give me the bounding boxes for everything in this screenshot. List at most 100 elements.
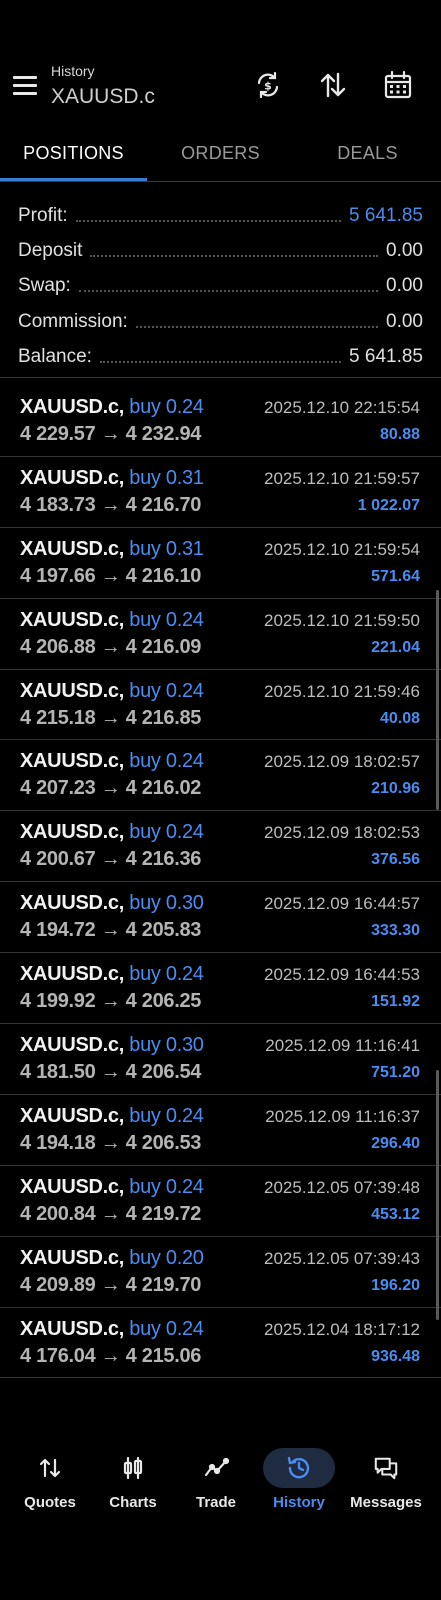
- deal-profit: 80.88: [379, 426, 420, 443]
- summary-commission-row: Commission: 0.00: [18, 304, 423, 339]
- swap-label: Swap:: [18, 275, 71, 297]
- deal-row[interactable]: XAUUSD.c, buy 0.30 4 181.50 → 4 206.54 2…: [0, 1024, 441, 1095]
- deal-prices: 4 183.73 → 4 216.70: [20, 493, 202, 516]
- deal-direction: buy 0.30: [129, 1034, 204, 1057]
- symbol-selector[interactable]: XAUUSD.c: [51, 85, 155, 109]
- deal-prices: 4 207.23 → 4 216.02: [20, 777, 202, 800]
- deal-symbol: XAUUSD.c, buy 0.24: [20, 821, 204, 844]
- quotes-arrows-icon: [6, 1448, 94, 1488]
- deal-row[interactable]: XAUUSD.c, buy 0.24 4 215.18 → 4 216.85 2…: [0, 670, 441, 741]
- menu-icon[interactable]: [13, 76, 37, 96]
- nav-trade[interactable]: Trade: [172, 1448, 260, 1511]
- deal-time: 2025.12.09 11:16:37: [265, 1106, 420, 1126]
- tab-positions[interactable]: POSITIONS: [0, 128, 147, 182]
- deal-prices: 4 206.88 → 4 216.09: [20, 635, 202, 658]
- deal-symbol: XAUUSD.c, buy 0.24: [20, 396, 204, 418]
- deal-direction: buy 0.31: [129, 466, 204, 489]
- deal-row[interactable]: XAUUSD.c, buy 0.24 4 229.57 → 4 232.94 2…: [0, 386, 441, 457]
- deal-row[interactable]: XAUUSD.c, buy 0.24 4 194.18 → 4 206.53 2…: [0, 1095, 441, 1166]
- dot-leader: [75, 219, 342, 222]
- summary-deposit-row: Deposit 0.00: [18, 233, 423, 268]
- trade-line-icon: [172, 1448, 260, 1488]
- messages-icon: [338, 1448, 434, 1488]
- tab-orders[interactable]: ORDERS: [147, 128, 294, 182]
- deal-prices: 4 194.72 → 4 205.83: [20, 919, 202, 942]
- deal-time: 2025.12.10 21:59:50: [264, 610, 420, 630]
- deal-prices: 4 200.67 → 4 216.36: [20, 848, 202, 871]
- commission-value: 0.00: [386, 310, 423, 332]
- summary-balance-row: Balance: 5 641.85: [18, 340, 423, 375]
- deal-row[interactable]: XAUUSD.c, buy 0.30 4 194.72 → 4 205.83 2…: [0, 882, 441, 954]
- deal-direction: buy 0.24: [129, 1317, 204, 1340]
- scrollbar-track-segment: [436, 1070, 439, 1320]
- deal-prices: 4 176.04 → 4 215.06: [20, 1344, 202, 1367]
- deal-row[interactable]: XAUUSD.c, buy 0.31 4 197.66 → 4 216.10 2…: [0, 528, 441, 599]
- deal-prices: 4 199.92 → 4 206.25: [20, 990, 202, 1013]
- balance-value: 5 641.85: [349, 346, 423, 368]
- deal-row[interactable]: XAUUSD.c, buy 0.24 4 200.67 → 4 216.36 2…: [0, 811, 441, 883]
- dot-leader: [78, 290, 379, 293]
- deal-time: 2025.12.10 21:59:54: [264, 539, 420, 559]
- commission-label: Commission:: [18, 310, 128, 332]
- deal-profit: 1 022.07: [357, 496, 420, 514]
- deal-row[interactable]: XAUUSD.c, buy 0.20 4 209.89 → 4 219.70 2…: [0, 1237, 441, 1308]
- calendar-icon[interactable]: [383, 70, 413, 100]
- summary-divider: [0, 377, 441, 378]
- deal-row[interactable]: XAUUSD.c, buy 0.24 4 207.23 → 4 216.02 2…: [0, 740, 441, 812]
- deal-row[interactable]: XAUUSD.c, buy 0.24 4 199.92 → 4 206.25 2…: [0, 953, 441, 1025]
- deal-prices: 4 229.57 → 4 232.94: [20, 423, 202, 445]
- deal-profit: 196.20: [371, 1276, 420, 1294]
- page-title: History: [51, 63, 95, 79]
- svg-text:$: $: [264, 80, 272, 93]
- deal-row[interactable]: XAUUSD.c, buy 0.31 4 183.73 → 4 216.70 2…: [0, 457, 441, 528]
- deal-prices: 4 200.84 → 4 219.72: [20, 1202, 202, 1225]
- deal-profit: 210.96: [371, 780, 420, 798]
- profit-label: Profit:: [18, 204, 68, 226]
- nav-quotes[interactable]: Quotes: [6, 1448, 94, 1511]
- sort-icon[interactable]: [318, 70, 348, 100]
- deal-symbol: XAUUSD.c, buy 0.24: [20, 963, 204, 986]
- deal-direction: buy 0.24: [129, 821, 204, 844]
- swap-value: 0.00: [386, 275, 423, 297]
- deal-profit: 376.56: [371, 851, 420, 869]
- currency-exchange-icon[interactable]: $: [253, 70, 283, 100]
- deal-row[interactable]: XAUUSD.c, buy 0.24 4 206.88 → 4 216.09 2…: [0, 599, 441, 670]
- deal-row[interactable]: XAUUSD.c, buy 0.24 4 176.04 → 4 215.06 2…: [0, 1308, 441, 1379]
- nav-history[interactable]: History: [255, 1448, 343, 1511]
- deal-symbol: XAUUSD.c, buy 0.24: [20, 1175, 204, 1198]
- scrollbar-thumb[interactable]: [436, 590, 439, 810]
- deal-symbol: XAUUSD.c, buy 0.31: [20, 466, 204, 489]
- deal-symbol: XAUUSD.c, buy 0.20: [20, 1246, 204, 1269]
- nav-label: Quotes: [24, 1494, 76, 1511]
- deal-prices: 4 197.66 → 4 216.10: [20, 564, 202, 587]
- deal-direction: buy 0.24: [129, 1175, 204, 1198]
- deal-time: 2025.12.09 18:02:57: [264, 752, 420, 772]
- deal-time: 2025.12.05 07:39:48: [264, 1177, 420, 1197]
- deal-time: 2025.12.04 18:17:12: [264, 1319, 420, 1339]
- deal-time: 2025.12.09 16:44:53: [264, 965, 420, 985]
- deal-direction: buy 0.24: [129, 963, 204, 986]
- deal-prices: 4 209.89 → 4 219.70: [20, 1273, 202, 1296]
- deal-time: 2025.12.09 16:44:57: [264, 894, 420, 914]
- bottom-navigation: Quotes Charts Trade History Messages: [0, 1448, 441, 1538]
- deal-row[interactable]: XAUUSD.c, buy 0.24 4 200.84 → 4 219.72 2…: [0, 1166, 441, 1237]
- nav-charts[interactable]: Charts: [89, 1448, 177, 1511]
- deal-time: 2025.12.10 21:59:57: [264, 468, 420, 488]
- deal-symbol: XAUUSD.c, buy 0.24: [20, 750, 204, 773]
- summary-profit-row: Profit: 5 641.85: [18, 198, 423, 233]
- deal-profit: 571.64: [371, 567, 420, 585]
- tab-bar: POSITIONS ORDERS DEALS: [0, 128, 441, 182]
- nav-label: History: [273, 1494, 325, 1511]
- tab-deals[interactable]: DEALS: [294, 128, 441, 182]
- deal-prices: 4 215.18 → 4 216.85: [20, 706, 202, 729]
- deal-symbol: XAUUSD.c, buy 0.24: [20, 679, 204, 702]
- nav-messages[interactable]: Messages: [338, 1448, 434, 1511]
- deal-symbol: XAUUSD.c, buy 0.31: [20, 537, 204, 560]
- deal-prices: 4 194.18 → 4 206.53: [20, 1131, 202, 1154]
- profit-value: 5 641.85: [349, 204, 423, 226]
- deal-time: 2025.12.10 22:15:54: [264, 398, 420, 417]
- deal-time: 2025.12.10 21:59:46: [264, 681, 420, 701]
- deal-profit: 751.20: [371, 1064, 420, 1082]
- deposit-label: Deposit: [18, 240, 83, 262]
- deal-symbol: XAUUSD.c, buy 0.30: [20, 1034, 204, 1057]
